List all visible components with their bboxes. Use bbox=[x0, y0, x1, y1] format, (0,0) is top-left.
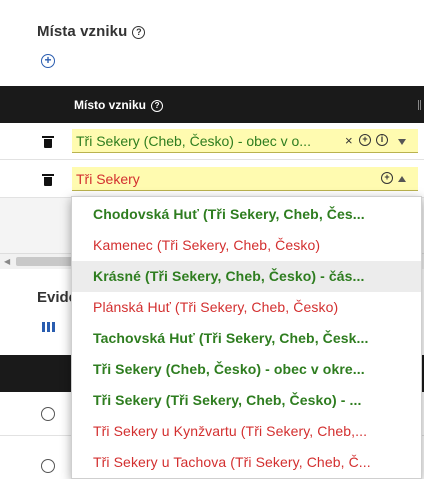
dropdown-option[interactable]: Plánská Huť (Tři Sekery, Cheb, Česko) bbox=[72, 292, 421, 323]
places-section-header: Místa vzniku? + bbox=[0, 0, 424, 86]
chevron-down-icon[interactable] bbox=[398, 139, 406, 145]
column-header-place-text: Místo vzniku bbox=[74, 98, 147, 112]
columns-icon[interactable] bbox=[42, 322, 56, 332]
radio-icon[interactable] bbox=[41, 459, 55, 473]
help-icon[interactable]: ? bbox=[132, 26, 146, 39]
scrollbar-thumb[interactable] bbox=[16, 257, 76, 266]
grid-column-header: Místo vzniku? bbox=[0, 86, 424, 123]
close-icon[interactable]: × bbox=[345, 133, 353, 149]
radio-icon[interactable] bbox=[41, 407, 55, 421]
place-field-value: Tři Sekery (Cheb, Česko) - obec v o... bbox=[76, 133, 311, 149]
dropdown-option[interactable]: Tři Sekery u Tachova (Tři Sekery, Cheb, … bbox=[72, 447, 421, 478]
dropdown-option[interactable]: Tři Sekery u Kynžvartu (Tři Sekery, Cheb… bbox=[72, 416, 421, 447]
dropdown-option[interactable]: Tři Sekery (Cheb, Česko) - obec v okre..… bbox=[72, 354, 421, 385]
info-icon[interactable]: i bbox=[376, 134, 388, 146]
plus-circle-icon[interactable]: + bbox=[381, 172, 393, 184]
place-input[interactable]: Tři Sekery + bbox=[72, 167, 418, 191]
column-resize-handle[interactable] bbox=[418, 100, 421, 110]
chevron-up-icon[interactable] bbox=[398, 176, 406, 182]
grid-row: Tři Sekery + bbox=[0, 161, 424, 198]
dropdown-option[interactable]: Tři Sekery (Tři Sekery, Cheb, Česko) - .… bbox=[72, 385, 421, 416]
dropdown-option[interactable]: Kamenec (Tři Sekery, Cheb, Česko) bbox=[72, 230, 421, 261]
column-help-icon[interactable]: ? bbox=[151, 100, 164, 112]
place-field[interactable]: Tři Sekery (Cheb, Česko) - obec v o... ×… bbox=[72, 129, 418, 153]
trash-icon[interactable] bbox=[42, 174, 54, 186]
dropdown-option[interactable]: Chodovská Huť (Tři Sekery, Cheb, Čes... bbox=[72, 199, 421, 230]
dropdown-option[interactable]: Tachovská Huť (Tři Sekery, Cheb, Česk... bbox=[72, 323, 421, 354]
places-section-title-text: Místa vzniku bbox=[37, 23, 128, 40]
place-input-value: Tři Sekery bbox=[76, 171, 140, 187]
scroll-left-icon[interactable]: ◀ bbox=[4, 257, 10, 266]
trash-icon[interactable] bbox=[42, 136, 54, 148]
grid-row: Tři Sekery (Cheb, Česko) - obec v o... ×… bbox=[0, 123, 424, 160]
autocomplete-dropdown: Chodovská Huť (Tři Sekery, Cheb, Čes... … bbox=[71, 196, 422, 479]
plus-circle-icon[interactable]: + bbox=[359, 134, 371, 146]
add-place-icon[interactable]: + bbox=[41, 54, 55, 68]
places-section-title: Místa vzniku? bbox=[37, 23, 146, 40]
dropdown-option-highlighted[interactable]: Krásné (Tři Sekery, Cheb, Česko) - čás..… bbox=[72, 261, 421, 292]
column-header-place[interactable]: Místo vzniku? bbox=[74, 98, 164, 112]
